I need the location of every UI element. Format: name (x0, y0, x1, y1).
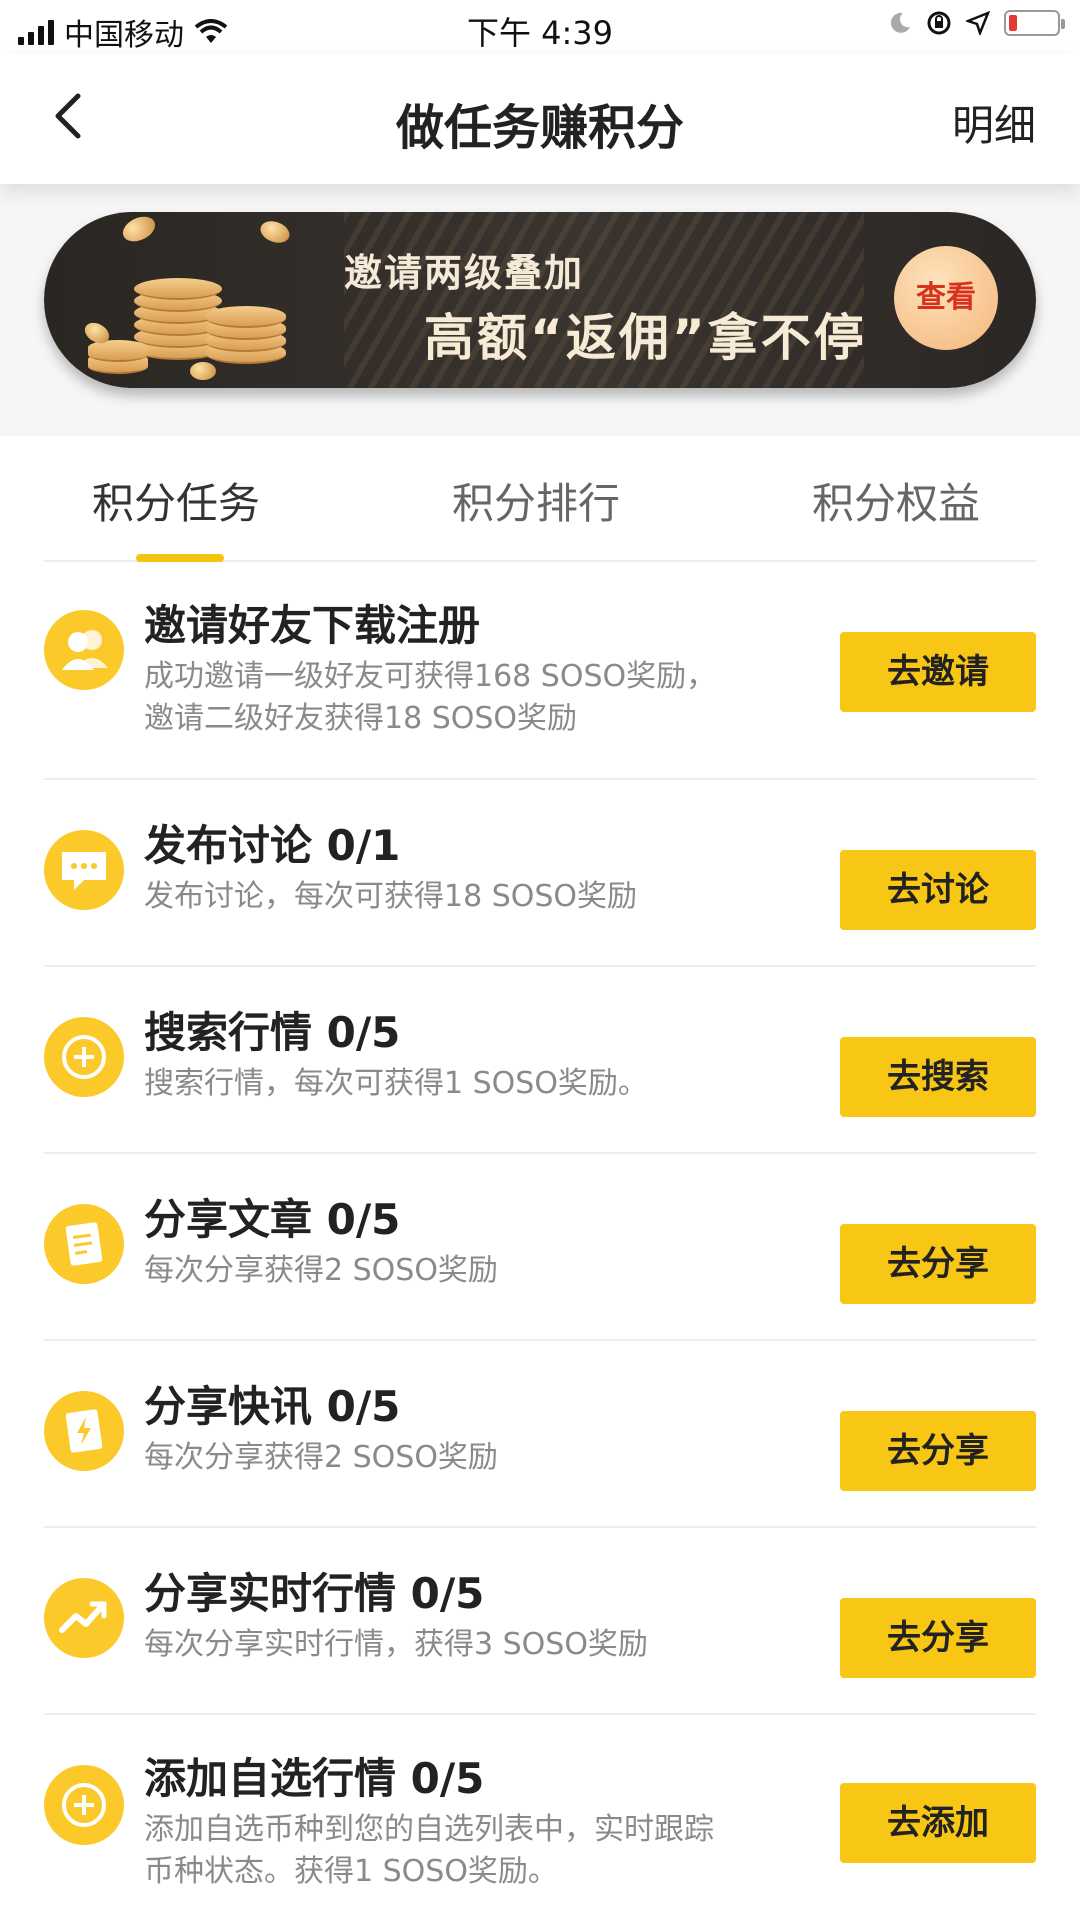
task-title: 邀请好友下载注册 (144, 601, 481, 650)
banner-line2: 高额“返佣”拿不停 (424, 309, 867, 367)
task-description: 发布讨论，每次可获得18 SOSO奖励 (144, 879, 638, 914)
friends-icon (44, 610, 124, 690)
search-button[interactable]: 去搜索 (840, 1037, 1036, 1117)
rotation-lock-icon (927, 11, 951, 35)
status-bar: 中国移动 下午 4:39 (0, 0, 1080, 54)
task-invite: 邀请好友下载注册 成功邀请一级好友可获得168 SOSO奖励，邀请二级好友获得1… (44, 562, 1036, 780)
task-share-article: 分享文章 0/5 每次分享获得2 SOSO奖励 去分享 (44, 1154, 1036, 1341)
article-icon (44, 1204, 124, 1284)
banner-view-button[interactable]: 查看 (894, 246, 998, 350)
task-title: 发布讨论 0/1 (144, 821, 401, 870)
task-title: 搜索行情 0/5 (144, 1008, 401, 1057)
task-title: 添加自选行情 0/5 (144, 1754, 485, 1803)
active-tab-indicator (136, 554, 224, 562)
battery-icon (1004, 10, 1065, 36)
task-description: 搜索行情，每次可获得1 SOSO奖励。 (144, 1066, 648, 1101)
flash-news-icon (44, 1391, 124, 1471)
invite-button[interactable]: 去邀请 (840, 632, 1036, 712)
task-description: 添加自选币种到您的自选列表中，实时跟踪币种状态。获得1 SOSO奖励。 (144, 1812, 714, 1889)
chat-icon (44, 830, 124, 910)
detail-link[interactable]: 明细 (952, 92, 1036, 153)
task-title: 分享快讯 0/5 (144, 1382, 401, 1431)
task-description: 每次分享实时行情，获得3 SOSO奖励 (144, 1627, 648, 1662)
coin-stack-image (88, 242, 294, 382)
banner-area: 邀请两级叠加 高额“返佣”拿不停 查看 (0, 184, 1080, 436)
invite-banner[interactable]: 邀请两级叠加 高额“返佣”拿不停 查看 (44, 212, 1036, 388)
task-share-news: 分享快讯 0/5 每次分享获得2 SOSO奖励 去分享 (44, 1341, 1036, 1528)
task-discussion: 发布讨论 0/1 发布讨论，每次可获得18 SOSO奖励 去讨论 (44, 780, 1036, 967)
page-title: 做任务赚积分 (395, 100, 684, 156)
task-search: 搜索行情 0/5 搜索行情，每次可获得1 SOSO奖励。 去搜索 (44, 967, 1036, 1154)
trend-icon (44, 1578, 124, 1658)
tab-points-benefits[interactable]: 积分权益 (812, 470, 980, 531)
task-description: 每次分享获得2 SOSO奖励 (144, 1440, 498, 1475)
banner-line1: 邀请两级叠加 (344, 251, 585, 295)
tab-points-ranking[interactable]: 积分排行 (452, 470, 620, 531)
task-description: 每次分享获得2 SOSO奖励 (144, 1253, 498, 1288)
task-title: 分享文章 0/5 (144, 1195, 401, 1244)
tab-points-tasks[interactable]: 积分任务 (92, 470, 260, 531)
location-icon (966, 11, 990, 35)
task-add-watchlist: 添加自选行情 0/5 添加自选币种到您的自选列表中，实时跟踪币种状态。获得1 S… (44, 1715, 1036, 1920)
task-title: 分享实时行情 0/5 (144, 1569, 485, 1618)
share-article-button[interactable]: 去分享 (840, 1224, 1036, 1304)
tab-bar: 积分任务 积分排行 积分权益 (44, 436, 1036, 562)
nav-bar: 做任务赚积分 明细 (0, 54, 1080, 184)
discuss-button[interactable]: 去讨论 (840, 850, 1036, 930)
plus-circle-icon (44, 1017, 124, 1097)
add-watchlist-button[interactable]: 去添加 (840, 1783, 1036, 1863)
moon-icon (890, 12, 910, 33)
task-share-market: 分享实时行情 0/5 每次分享实时行情，获得3 SOSO奖励 去分享 (44, 1528, 1036, 1715)
share-market-button[interactable]: 去分享 (840, 1598, 1036, 1678)
plus-circle-icon (44, 1765, 124, 1845)
share-news-button[interactable]: 去分享 (840, 1411, 1036, 1491)
task-description: 成功邀请一级好友可获得168 SOSO奖励，邀请二级好友获得18 SOSO奖励 (144, 659, 717, 736)
